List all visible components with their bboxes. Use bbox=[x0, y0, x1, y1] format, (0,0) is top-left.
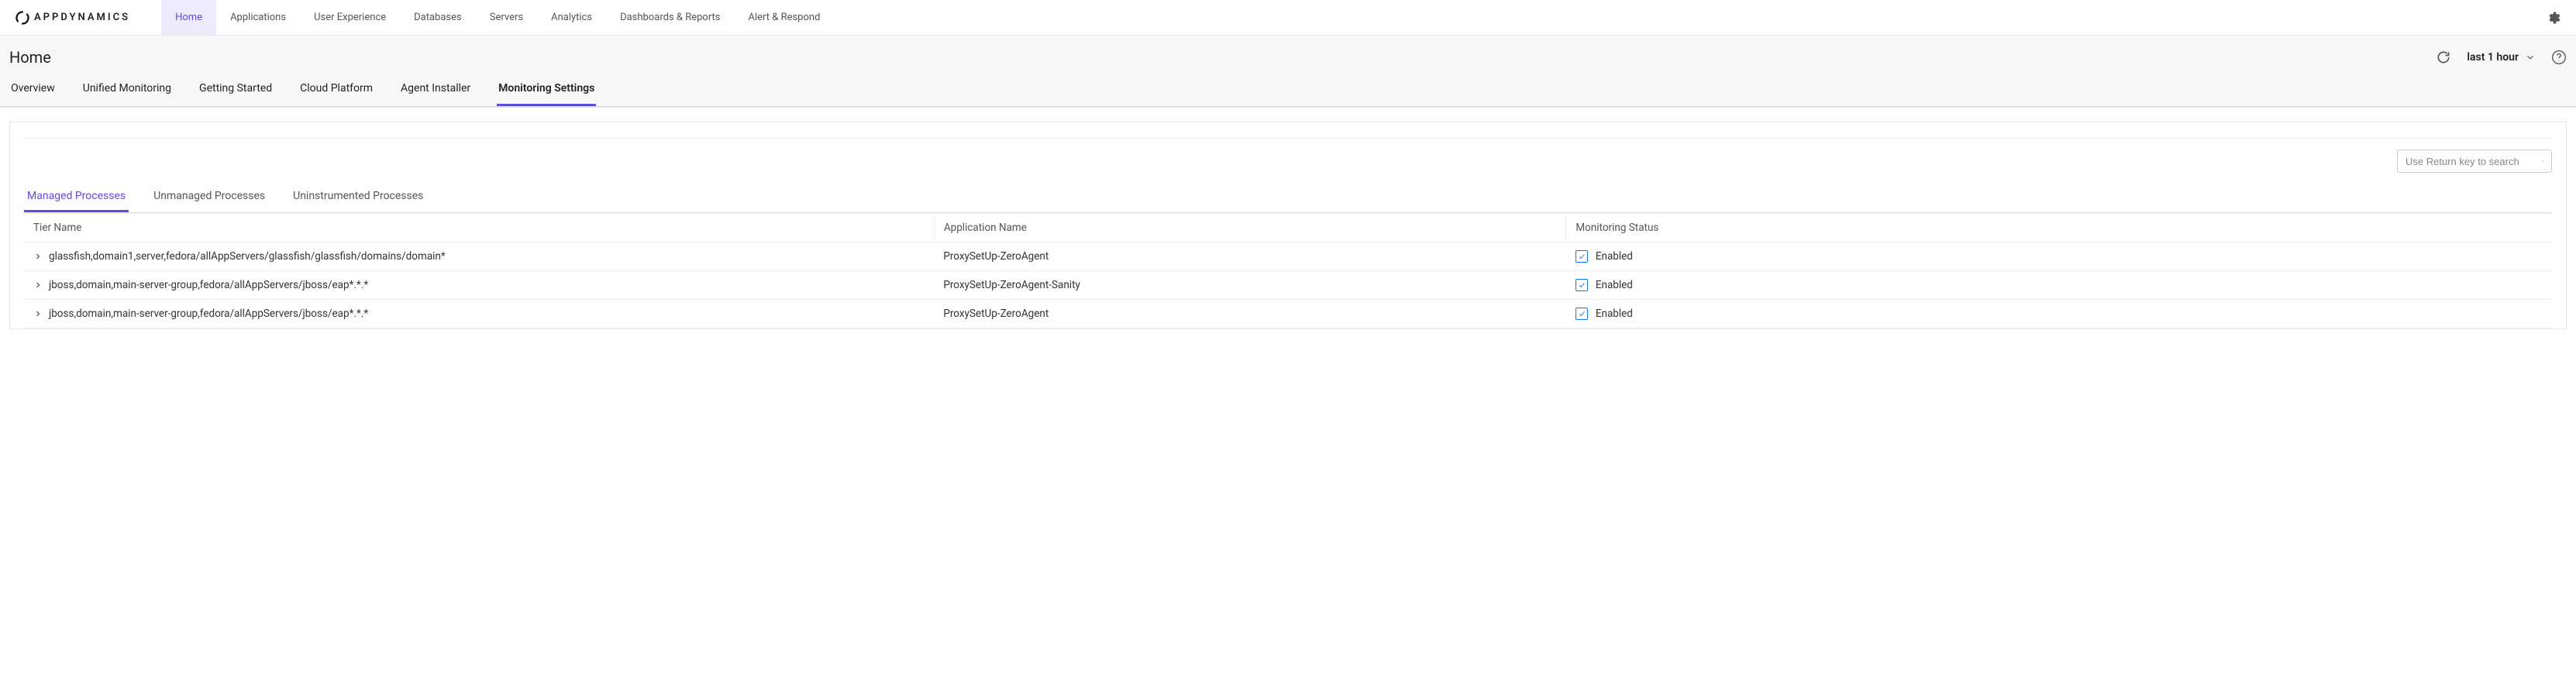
refresh-icon[interactable] bbox=[2436, 50, 2451, 65]
chevron-right-icon[interactable] bbox=[33, 280, 43, 290]
subtab-getting-started[interactable]: Getting Started bbox=[198, 74, 274, 106]
inner-tabs: Managed Processes Unmanaged Processes Un… bbox=[24, 184, 2552, 213]
time-range-label: last 1 hour bbox=[2467, 51, 2519, 64]
subtab-label: Overview bbox=[11, 82, 55, 95]
nav-analytics[interactable]: Analytics bbox=[537, 0, 606, 35]
tab-managed-processes[interactable]: Managed Processes bbox=[24, 184, 129, 212]
nav-label: Applications bbox=[230, 12, 286, 23]
checkmark-icon bbox=[1578, 310, 1586, 318]
gear-icon[interactable] bbox=[2545, 10, 2561, 26]
nav-label: User Experience bbox=[314, 12, 386, 23]
subtab-monitoring-settings[interactable]: Monitoring Settings bbox=[497, 74, 596, 106]
subtab-label: Getting Started bbox=[199, 82, 272, 95]
nav-label: Alert & Respond bbox=[749, 12, 821, 23]
table-row: jboss,domain,main-server-group,fedora/al… bbox=[24, 300, 2552, 328]
nav-user-experience[interactable]: User Experience bbox=[300, 0, 400, 35]
nav-label: Home bbox=[175, 12, 202, 23]
subtab-label: Agent Installer bbox=[401, 82, 470, 95]
nav-label: Databases bbox=[414, 12, 462, 23]
nav-databases[interactable]: Databases bbox=[400, 0, 476, 35]
nav-alert-respond[interactable]: Alert & Respond bbox=[735, 0, 835, 35]
table-row: jboss,domain,main-server-group,fedora/al… bbox=[24, 271, 2552, 300]
checkmark-icon bbox=[1578, 281, 1586, 289]
nav-label: Analytics bbox=[551, 12, 592, 23]
col-header-app[interactable]: Application Name bbox=[934, 214, 1566, 242]
chevron-down-icon bbox=[2525, 52, 2536, 63]
subtab-agent-installer[interactable]: Agent Installer bbox=[399, 74, 472, 106]
brand-logo-icon bbox=[15, 11, 29, 25]
top-nav: APPDYNAMICS Home Applications User Exper… bbox=[0, 0, 2576, 36]
checkmark-icon bbox=[1578, 253, 1586, 260]
subtabs: Overview Unified Monitoring Getting Star… bbox=[0, 74, 2576, 107]
tier-name: jboss,domain,main-server-group,fedora/al… bbox=[49, 308, 368, 320]
nav-label: Servers bbox=[490, 12, 523, 23]
status-checkbox[interactable] bbox=[1576, 308, 1588, 320]
tier-name: jboss,domain,main-server-group,fedora/al… bbox=[49, 279, 368, 291]
inner-tab-label: Managed Processes bbox=[27, 190, 126, 202]
nav-label: Dashboards & Reports bbox=[620, 12, 720, 23]
subtab-label: Unified Monitoring bbox=[83, 82, 171, 95]
status-label: Enabled bbox=[1596, 250, 1633, 263]
help-icon[interactable] bbox=[2551, 50, 2567, 65]
brand-logo: APPDYNAMICS bbox=[15, 11, 130, 25]
subtab-overview[interactable]: Overview bbox=[9, 74, 57, 106]
chevron-right-icon[interactable] bbox=[33, 252, 43, 261]
nav-dashboards-reports[interactable]: Dashboards & Reports bbox=[606, 0, 734, 35]
nav-applications[interactable]: Applications bbox=[216, 0, 300, 35]
tab-unmanaged-processes[interactable]: Unmanaged Processes bbox=[150, 184, 268, 212]
search-row bbox=[24, 138, 2552, 184]
subtab-label: Monitoring Settings bbox=[498, 82, 594, 95]
subheader: Home last 1 hour Overview Unified Monito… bbox=[0, 36, 2576, 108]
col-header-tier[interactable]: Tier Name bbox=[24, 214, 934, 242]
app-name: ProxySetUp-ZeroAgent bbox=[943, 250, 1049, 263]
search-input[interactable] bbox=[2406, 156, 2542, 167]
table-row: glassfish,domain1,server,fedora/allAppSe… bbox=[24, 242, 2552, 271]
tier-name: glassfish,domain1,server,fedora/allAppSe… bbox=[49, 250, 446, 263]
status-checkbox[interactable] bbox=[1576, 250, 1588, 263]
chevron-right-icon[interactable] bbox=[33, 309, 43, 318]
search-box[interactable] bbox=[2397, 150, 2552, 173]
time-range-picker[interactable]: last 1 hour bbox=[2467, 51, 2536, 64]
brand-name: APPDYNAMICS bbox=[34, 12, 130, 23]
content: Managed Processes Unmanaged Processes Un… bbox=[0, 108, 2576, 343]
nav-home[interactable]: Home bbox=[161, 0, 216, 35]
subtab-label: Cloud Platform bbox=[300, 82, 373, 95]
status-label: Enabled bbox=[1596, 279, 1633, 291]
status-label: Enabled bbox=[1596, 308, 1633, 320]
subtab-cloud-platform[interactable]: Cloud Platform bbox=[298, 74, 374, 106]
panel: Managed Processes Unmanaged Processes Un… bbox=[9, 122, 2567, 329]
app-name: ProxySetUp-ZeroAgent bbox=[943, 308, 1049, 320]
subtab-unified-monitoring[interactable]: Unified Monitoring bbox=[81, 74, 173, 106]
app-name: ProxySetUp-ZeroAgent-Sanity bbox=[943, 279, 1080, 291]
search-icon bbox=[2542, 155, 2543, 167]
processes-table: Tier Name Application Name Monitoring St… bbox=[24, 213, 2552, 328]
status-checkbox[interactable] bbox=[1576, 279, 1588, 291]
inner-tab-label: Unmanaged Processes bbox=[153, 190, 265, 202]
col-header-status[interactable]: Monitoring Status bbox=[1566, 214, 2552, 242]
tab-uninstrumented-processes[interactable]: Uninstrumented Processes bbox=[290, 184, 426, 212]
nav-items: Home Applications User Experience Databa… bbox=[161, 0, 834, 35]
nav-servers[interactable]: Servers bbox=[476, 0, 537, 35]
page-title: Home bbox=[9, 48, 51, 67]
inner-tab-label: Uninstrumented Processes bbox=[293, 190, 423, 202]
